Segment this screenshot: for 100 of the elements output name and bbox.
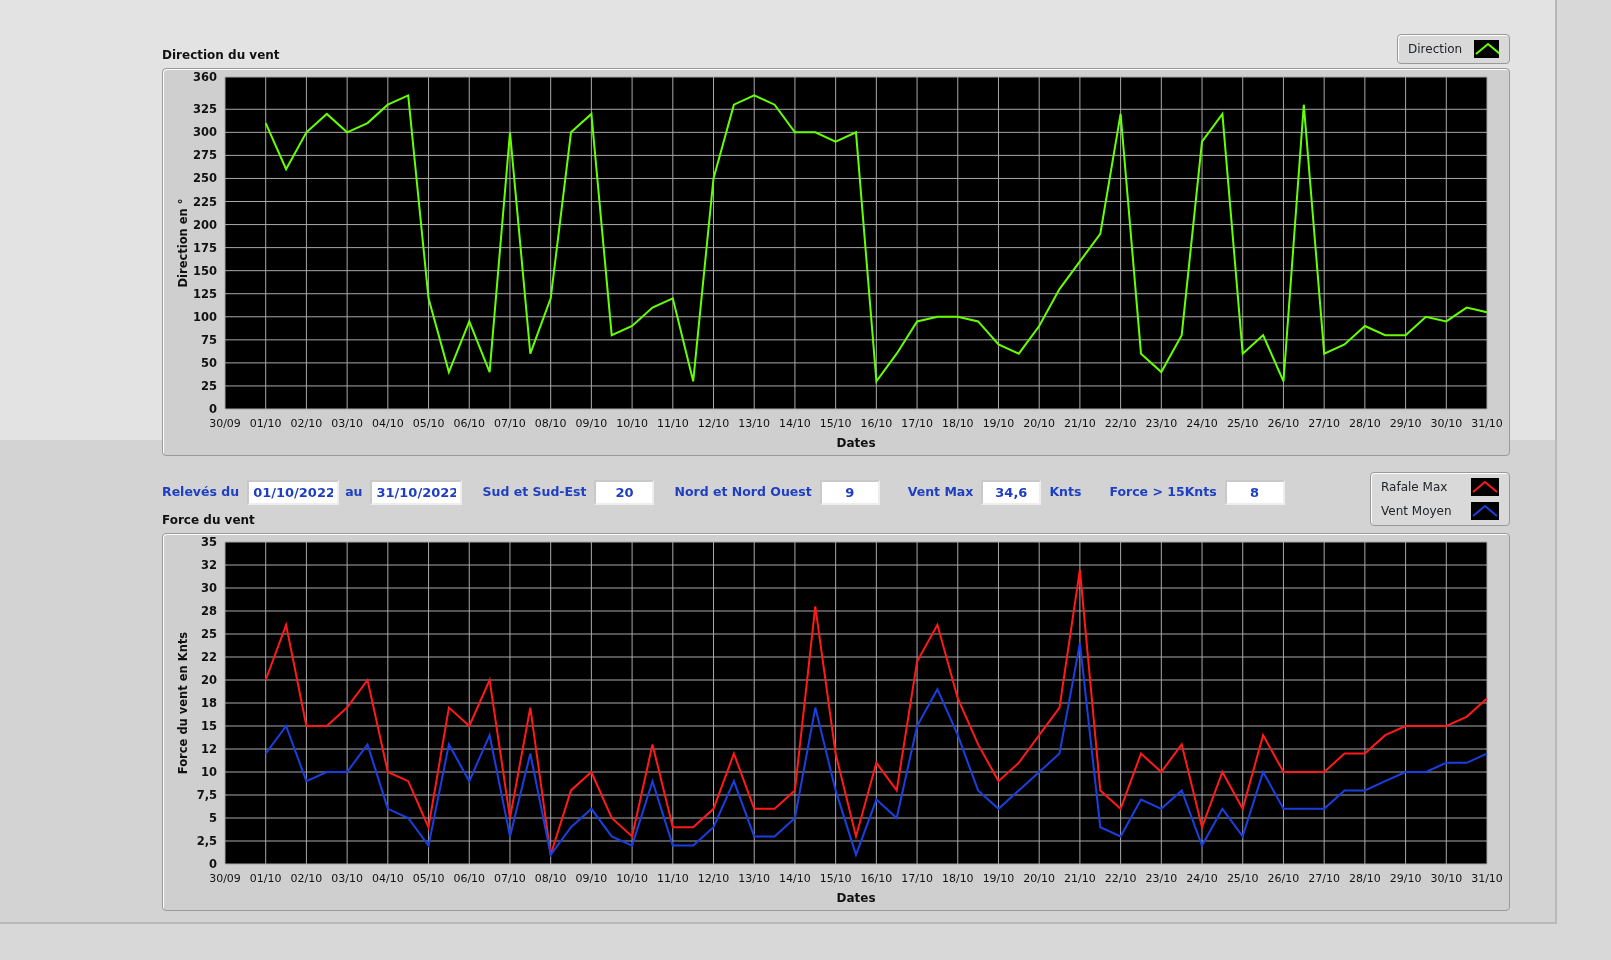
axis-tick-label: 12/10 bbox=[697, 872, 730, 885]
axis-tick-label: 11/10 bbox=[656, 417, 689, 430]
value-field[interactable]: 20 bbox=[594, 480, 655, 505]
axis-tick-label: 360 bbox=[193, 70, 217, 84]
axis-tick-label: 25 bbox=[201, 378, 217, 393]
axis-tick-label: 15 bbox=[201, 719, 217, 733]
axis-tick-label: 325 bbox=[193, 102, 217, 117]
axis-tick-label: 28 bbox=[201, 604, 217, 618]
axis-tick-label: 14/10 bbox=[779, 872, 811, 885]
axis-tick-label: 05/10 bbox=[412, 872, 445, 885]
axis-tick-label: 25/10 bbox=[1226, 417, 1259, 430]
axis-tick-label: 250 bbox=[193, 171, 217, 186]
axis-tick-label: 30/10 bbox=[1430, 417, 1463, 430]
axis-tick-label: 25/10 bbox=[1226, 872, 1259, 885]
chart-title: Force du vent bbox=[162, 512, 256, 529]
axis-tick-label: 20/10 bbox=[1023, 417, 1056, 430]
axis-tick-label: 19/10 bbox=[982, 417, 1015, 430]
axis-tick-label: 20 bbox=[201, 673, 217, 687]
axis-tick-label: 2,5 bbox=[196, 834, 217, 848]
axis-tick-label: 0 bbox=[209, 402, 217, 416]
axis-tick-label: 18 bbox=[201, 696, 217, 710]
axis-tick-label: 01/10 bbox=[249, 872, 282, 885]
legend-label: Vent Moyen bbox=[1381, 503, 1452, 520]
value-field[interactable]: 01/10/2022 bbox=[247, 480, 340, 505]
axis-tick-label: 35 bbox=[201, 535, 217, 549]
unit-label: Knts bbox=[1049, 483, 1082, 502]
axis-tick-label: 10/10 bbox=[616, 872, 648, 885]
axis-tick-label: 23/10 bbox=[1145, 872, 1178, 885]
axis-tick-label: 22/10 bbox=[1104, 872, 1137, 885]
axis-title: Direction en ° bbox=[176, 198, 190, 288]
field-label: Force > 15Knts bbox=[1109, 483, 1217, 502]
axis-tick-label: 22 bbox=[201, 650, 217, 664]
axis-tick-label: 06/10 bbox=[453, 417, 486, 430]
chart-title: Direction du vent bbox=[162, 47, 280, 64]
axis-tick-label: 27/10 bbox=[1308, 872, 1340, 885]
axis-tick-label: 01/10 bbox=[249, 417, 282, 430]
field-label: Vent Max bbox=[907, 483, 974, 502]
axis-tick-label: 16/10 bbox=[860, 872, 893, 885]
axis-tick-label: 19/10 bbox=[982, 872, 1015, 885]
axis-tick-label: 23/10 bbox=[1145, 417, 1178, 430]
field-label: au bbox=[345, 483, 363, 502]
value-field[interactable]: 8 bbox=[1224, 480, 1285, 505]
axis-tick-label: 15/10 bbox=[819, 872, 852, 885]
axis-tick-label: 29/10 bbox=[1389, 417, 1422, 430]
axis-tick-label: 300 bbox=[193, 125, 217, 140]
legend-label: Direction bbox=[1408, 41, 1463, 58]
axis-tick-label: 30/10 bbox=[1430, 872, 1463, 885]
axis-tick-label: 22/10 bbox=[1104, 417, 1137, 430]
axis-tick-label: 100 bbox=[193, 309, 217, 324]
axis-tick-label: 18/10 bbox=[941, 417, 974, 430]
axis-tick-label: 13/10 bbox=[738, 417, 771, 430]
axis-tick-label: 30 bbox=[201, 581, 217, 595]
value-field[interactable]: 34,6 bbox=[981, 480, 1042, 505]
value-field[interactable]: 31/10/2022 bbox=[370, 480, 463, 505]
axis-tick-label: 06/10 bbox=[453, 872, 486, 885]
axis-tick-label: 0 bbox=[209, 857, 217, 871]
axis-tick-label: 31/10 bbox=[1471, 417, 1503, 430]
value-field[interactable]: 9 bbox=[819, 480, 880, 505]
axis-tick-label: 24/10 bbox=[1186, 872, 1218, 885]
field-label: Sud et Sud-Est bbox=[482, 483, 587, 502]
axis-tick-label: 275 bbox=[193, 148, 217, 163]
legend-label: Rafale Max bbox=[1381, 479, 1448, 496]
axis-tick-label: 04/10 bbox=[372, 872, 404, 885]
axis-tick-label: 02/10 bbox=[290, 417, 323, 430]
axis-tick-label: 03/10 bbox=[331, 872, 363, 885]
axis-tick-label: 18/10 bbox=[941, 872, 974, 885]
axis-tick-label: 08/10 bbox=[534, 417, 567, 430]
axis-tick-label: 75 bbox=[201, 332, 217, 347]
axis-tick-label: 5 bbox=[209, 811, 217, 825]
axis-tick-label: 125 bbox=[193, 286, 217, 301]
axis-tick-label: 11/10 bbox=[656, 872, 689, 885]
axis-tick-label: 12/10 bbox=[697, 417, 730, 430]
axis-tick-label: 31/10 bbox=[1471, 872, 1503, 885]
field-label: Nord et Nord Ouest bbox=[674, 483, 812, 502]
axis-tick-label: 08/10 bbox=[534, 872, 567, 885]
field-label: Relevés du bbox=[162, 483, 240, 502]
axis-tick-label: 03/10 bbox=[331, 417, 363, 430]
axis-tick-label: 21/10 bbox=[1064, 872, 1096, 885]
axis-tick-label: 10 bbox=[201, 765, 217, 779]
axis-tick-label: 200 bbox=[193, 217, 217, 232]
axis-tick-label: 28/10 bbox=[1349, 872, 1381, 885]
axis-tick-label: 17/10 bbox=[901, 872, 933, 885]
axis-tick-label: 21/10 bbox=[1064, 417, 1096, 430]
axis-tick-label: 7,5 bbox=[196, 788, 217, 802]
axis-tick-label: 25 bbox=[201, 627, 217, 641]
axis-tick-label: 14/10 bbox=[779, 417, 811, 430]
axis-tick-label: 24/10 bbox=[1186, 417, 1218, 430]
axis-tick-label: 225 bbox=[193, 194, 217, 209]
axis-tick-label: 50 bbox=[201, 355, 217, 370]
axis-tick-label: 15/10 bbox=[819, 417, 852, 430]
axis-tick-label: 16/10 bbox=[860, 417, 893, 430]
axis-tick-label: 30/09 bbox=[209, 872, 241, 885]
axis-tick-label: 26/10 bbox=[1267, 417, 1300, 430]
axis-title: Force du vent en Knts bbox=[176, 631, 190, 775]
axis-tick-label: 05/10 bbox=[412, 417, 445, 430]
axis-tick-label: 26/10 bbox=[1267, 872, 1300, 885]
axis-tick-label: 28/10 bbox=[1349, 417, 1381, 430]
axis-tick-label: 17/10 bbox=[901, 417, 933, 430]
axis-tick-label: 07/10 bbox=[494, 872, 526, 885]
axis-tick-label: 04/10 bbox=[372, 417, 404, 430]
